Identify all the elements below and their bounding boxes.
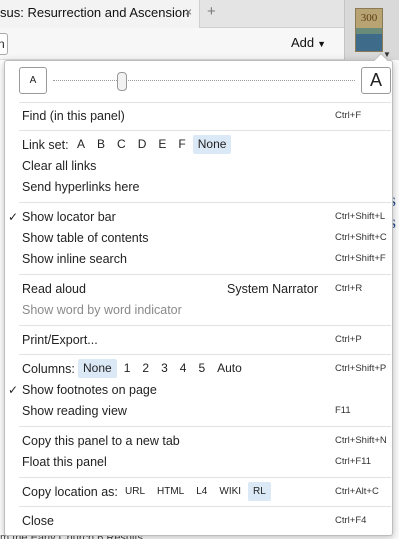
menu-item-label: Show word by word indicator: [22, 303, 182, 317]
increase-font-button[interactable]: A: [361, 67, 391, 94]
menu-item-show-footnotes[interactable]: ✓ Show footnotes on page: [5, 380, 392, 400]
menu-item-show-inline-search[interactable]: Show inline search Ctrl+Shift+F: [5, 249, 392, 269]
menu-item-shortcut: Ctrl+Shift+C: [335, 232, 387, 243]
menu-item-label: Float this panel: [22, 455, 107, 469]
link-set-options: A B C D E F None: [72, 135, 233, 155]
link-set-label: Link set:: [22, 138, 69, 152]
copy-location-option-l4[interactable]: L4: [191, 482, 212, 501]
link-set-option-a[interactable]: A: [72, 135, 90, 154]
menu-item-copy-panel[interactable]: Copy this panel to a new tab Ctrl+Shift+…: [5, 431, 392, 451]
menu-item-read-aloud[interactable]: Read aloud System Narrator Ctrl+R: [5, 279, 392, 299]
menu-item-label: Copy this panel to a new tab: [22, 434, 180, 448]
menu-item-shortcut: Ctrl+F: [335, 110, 362, 121]
menu-item-columns: Columns: None 1 2 3 4 5 Auto Ctrl+Shift+…: [5, 359, 392, 379]
book-cover-icon: 300: [355, 8, 383, 52]
font-size-slider-handle[interactable]: [117, 72, 128, 91]
menu-item-shortcut: Ctrl+Shift+F: [335, 253, 386, 264]
menu-item-print-export[interactable]: Print/Export... Ctrl+P: [5, 330, 392, 350]
menu-item-label: Show table of contents: [22, 231, 149, 245]
copy-location-options: URL HTML L4 WIKI RL: [120, 482, 273, 502]
menu-item-copy-location: Copy location as: URL HTML L4 WIKI RL Ct…: [5, 482, 392, 502]
menu-item-label: Find (in this panel): [22, 109, 125, 123]
link-set-option-e[interactable]: E: [153, 135, 171, 154]
menu-item-label: Show reading view: [22, 404, 127, 418]
menu-divider: [19, 102, 391, 103]
menu-item-label: Read aloud: [22, 282, 86, 296]
menu-item-show-toc[interactable]: Show table of contents Ctrl+Shift+C: [5, 228, 392, 248]
add-button[interactable]: Add ▼: [291, 35, 326, 50]
menu-item-label: Clear all links: [22, 159, 97, 173]
columns-option-4[interactable]: 4: [175, 359, 192, 378]
menu-item-float-panel[interactable]: Float this panel Ctrl+F11: [5, 452, 392, 472]
columns-label: Columns:: [22, 362, 75, 376]
menu-item-label: Show locator bar: [22, 210, 116, 224]
menu-item-clear-links[interactable]: Clear all links: [5, 156, 392, 176]
copy-location-option-url[interactable]: URL: [120, 482, 150, 501]
menu-divider: [19, 274, 391, 275]
read-aloud-voice[interactable]: System Narrator: [227, 279, 318, 299]
menu-divider: [19, 130, 391, 131]
checkmark-icon: ✓: [8, 210, 19, 224]
copy-location-option-html[interactable]: HTML: [152, 482, 189, 501]
columns-option-1[interactable]: 1: [119, 359, 136, 378]
menu-divider: [19, 426, 391, 427]
menu-item-shortcut: Ctrl+Shift+L: [335, 211, 386, 222]
copy-location-option-wiki[interactable]: WIKI: [214, 482, 246, 501]
menu-item-shortcut: Ctrl+Shift+P: [335, 363, 387, 374]
panel-menu-button[interactable]: 300 ▼: [344, 0, 399, 60]
menu-divider: [19, 506, 391, 507]
add-button-label: Add: [291, 35, 315, 50]
menu-item-shortcut: Ctrl+P: [335, 334, 362, 345]
link-set-option-b[interactable]: B: [92, 135, 110, 154]
menu-item-shortcut: Ctrl+Alt+C: [335, 486, 379, 497]
columns-options: None 1 2 3 4 5 Auto: [78, 359, 249, 379]
menu-item-shortcut: Ctrl+R: [335, 283, 363, 294]
link-set-option-none[interactable]: None: [192, 135, 232, 154]
menu-item-label: Show inline search: [22, 252, 127, 266]
menu-item-shortcut: Ctrl+F4: [335, 515, 367, 526]
menu-divider: [19, 325, 391, 326]
menu-item-link-set: Link set: A B C D E F None: [5, 135, 392, 155]
menu-divider: [19, 477, 391, 478]
menu-item-shortcut: Ctrl+Shift+N: [335, 435, 387, 446]
tab-title: sus: Resurrection and Ascension: [0, 5, 190, 20]
font-size-slider-track[interactable]: [53, 80, 355, 82]
close-tab-icon[interactable]: ×: [185, 5, 192, 19]
panel-menu: A A Find (in this panel) Ctrl+F Link set…: [4, 52, 393, 536]
decrease-font-button[interactable]: A: [19, 67, 47, 94]
columns-option-2[interactable]: 2: [137, 359, 154, 378]
menu-item-close[interactable]: Close Ctrl+F4: [5, 511, 392, 531]
copy-location-option-rl[interactable]: RL: [248, 482, 271, 501]
menu-item-shortcut: Ctrl+F11: [335, 456, 371, 467]
document-tab[interactable]: sus: Resurrection and Ascension ×: [0, 0, 200, 28]
columns-option-3[interactable]: 3: [156, 359, 173, 378]
tab-bar: sus: Resurrection and Ascension × +: [0, 0, 399, 28]
link-set-option-d[interactable]: D: [133, 135, 152, 154]
checkmark-icon: ✓: [8, 383, 19, 397]
chevron-down-icon: ▼: [317, 39, 327, 49]
menu-item-label: Print/Export...: [22, 333, 98, 347]
menu-divider: [19, 202, 391, 203]
menu-item-show-locator-bar[interactable]: ✓ Show locator bar Ctrl+Shift+L: [5, 207, 392, 227]
menu-item-find[interactable]: Find (in this panel) Ctrl+F: [5, 106, 392, 126]
columns-option-auto[interactable]: Auto: [212, 359, 247, 378]
menu-item-send-hyperlinks[interactable]: Send hyperlinks here: [5, 177, 392, 197]
menu-item-label: Show footnotes on page: [22, 383, 157, 397]
menu-item-show-reading-view[interactable]: Show reading view F11: [5, 401, 392, 421]
copy-location-label: Copy location as:: [22, 485, 118, 499]
panel-toolbar: n Add▼: [0, 28, 344, 60]
menu-item-word-indicator: Show word by word indicator: [5, 300, 392, 320]
new-tab-icon[interactable]: +: [207, 3, 216, 20]
columns-option-5[interactable]: 5: [193, 359, 210, 378]
link-set-option-f[interactable]: F: [173, 135, 190, 154]
font-size-slider-row: A A: [5, 61, 392, 101]
menu-item-shortcut: F11: [335, 405, 351, 416]
menu-item-label: Send hyperlinks here: [22, 180, 140, 194]
menu-item-label: Close: [22, 514, 54, 528]
columns-option-none[interactable]: None: [78, 359, 117, 378]
menu-divider: [19, 354, 391, 355]
reference-input[interactable]: n: [0, 33, 8, 55]
link-set-option-c[interactable]: C: [112, 135, 131, 154]
